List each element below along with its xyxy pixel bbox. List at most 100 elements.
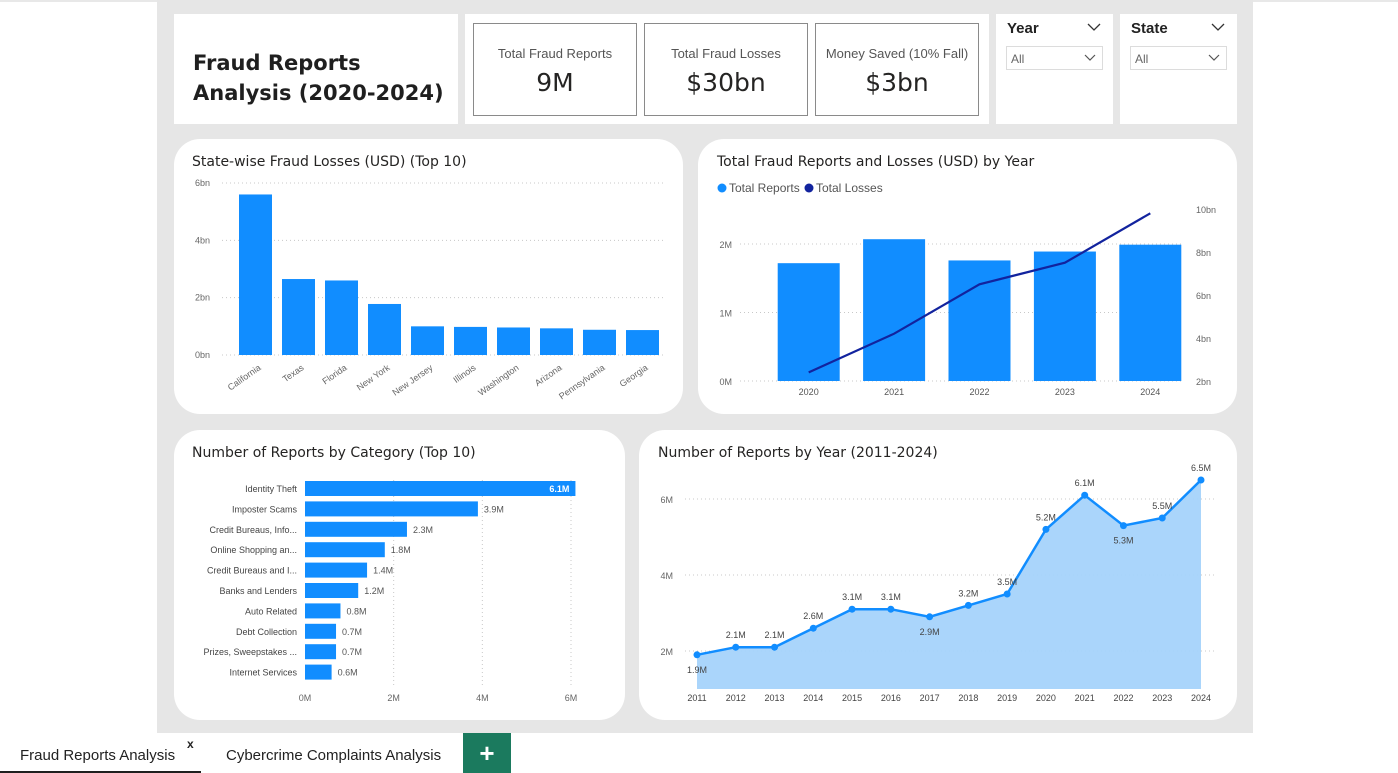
year-slicer: Year All xyxy=(996,14,1113,124)
kpi-label: Total Fraud Losses xyxy=(671,46,781,61)
data-point xyxy=(926,613,934,621)
close-icon[interactable]: x xyxy=(187,737,194,751)
chevron-down-icon[interactable] xyxy=(1087,22,1101,32)
y-right-tick-label: 8bn xyxy=(1196,248,1211,258)
reports-losses-chart-card: Total Fraud Reports and Losses (USD) by … xyxy=(698,139,1237,414)
category-chart-card: Number of Reports by Category (Top 10) 0… xyxy=(174,430,625,720)
category-label: Online Shopping an... xyxy=(210,545,297,555)
data-label: 3.1M xyxy=(881,592,901,602)
category-label: Debt Collection xyxy=(236,627,297,637)
report-title-line1: Fraud Reports xyxy=(193,51,361,75)
data-point xyxy=(1197,476,1205,484)
reports-losses-chart: Total Reports Total Losses 0M 1M 2M 2bn 4bn 6bn… xyxy=(717,181,1216,397)
kpi-total-fraud-reports[interactable]: Total Fraud Reports 9M xyxy=(473,23,637,116)
state-slicer-header: State xyxy=(1131,20,1168,37)
x-tick-label: 2024 xyxy=(1140,387,1160,397)
x-tick-label: 2014 xyxy=(803,693,823,703)
data-label: 0.6M xyxy=(338,668,358,678)
x-tick-label: 0M xyxy=(299,693,312,703)
y-left-tick-label: 2M xyxy=(719,240,732,250)
state-dropdown[interactable]: All xyxy=(1130,46,1227,70)
x-tick-label: New York xyxy=(355,362,392,392)
bar xyxy=(305,521,407,537)
category-label: Prizes, Sweepstakes ... xyxy=(203,647,297,657)
data-label: 5.5M xyxy=(1152,501,1172,511)
report-title-line2: Analysis (2020-2024) xyxy=(193,81,444,105)
data-point xyxy=(1042,525,1050,533)
data-label: 3.5M xyxy=(997,577,1017,587)
y-tick-label: 4bn xyxy=(195,235,210,245)
category-chart: 0M 2M 4M 6M Identity Theft 6.1M Imposter Scams… xyxy=(203,480,577,703)
y-right-tick-label: 2bn xyxy=(1196,377,1211,387)
x-tick-label: 2015 xyxy=(842,693,862,703)
tab-label: Fraud Reports Analysis xyxy=(20,747,176,764)
data-point xyxy=(1081,491,1089,499)
tab-label: Cybercrime Complaints Analysis xyxy=(226,747,442,764)
category-label: Credit Bureaus, Info... xyxy=(209,525,297,535)
kpi-value: 9M xyxy=(536,68,574,97)
data-label: 0.8M xyxy=(346,606,366,616)
year-dropdown-value: All xyxy=(1011,52,1025,66)
kpi-label: Total Fraud Reports xyxy=(497,46,613,61)
report-title: Fraud Reports Analysis (2020-2024) xyxy=(193,48,444,108)
bar xyxy=(305,501,478,517)
legend-label: Total Losses xyxy=(816,181,883,195)
kpi-total-fraud-losses[interactable]: Total Fraud Losses $30bn xyxy=(644,23,808,116)
x-tick-label: New Jersey xyxy=(390,362,435,397)
data-point xyxy=(732,643,740,651)
chevron-down-icon[interactable] xyxy=(1211,22,1225,32)
bar xyxy=(411,326,444,355)
bar xyxy=(540,328,573,355)
kpi-label: Money Saved (10% Fall) xyxy=(825,46,969,61)
data-label: 0.7M xyxy=(342,627,362,637)
y-tick-label: 6M xyxy=(660,495,673,505)
data-point xyxy=(964,601,972,609)
x-tick-label: 2M xyxy=(387,693,400,703)
bar xyxy=(626,330,659,355)
bar xyxy=(497,327,530,355)
y-left-tick-label: 0M xyxy=(719,377,732,387)
data-label: 1.8M xyxy=(391,545,411,555)
category-label: Credit Bureaus and I... xyxy=(207,566,297,576)
tab-fraud-reports-analysis[interactable]: Fraud Reports Analysis x xyxy=(0,733,201,773)
y-tick-label: 0bn xyxy=(195,350,210,360)
data-label: 1.2M xyxy=(364,586,384,596)
tab-cybercrime-complaints-analysis[interactable]: Cybercrime Complaints Analysis xyxy=(201,733,456,773)
y-left-tick-label: 1M xyxy=(719,309,732,319)
x-tick-label: 2021 xyxy=(1075,693,1095,703)
x-tick-label: 2011 xyxy=(687,693,706,703)
x-tick-label: Georgia xyxy=(618,362,650,389)
state-losses-chart-card: State-wise Fraud Losses (USD) (Top 10) 0… xyxy=(174,139,683,414)
data-point xyxy=(1158,514,1166,522)
page-tabs: Fraud Reports Analysis x Cybercrime Comp… xyxy=(0,733,1398,773)
x-tick-label: 2017 xyxy=(920,693,940,703)
state-dropdown-value: All xyxy=(1135,52,1149,66)
data-label: 2.1M xyxy=(726,630,746,640)
year-dropdown[interactable]: All xyxy=(1006,46,1103,70)
kpi-money-saved[interactable]: Money Saved (10% Fall) $3bn xyxy=(815,23,979,116)
x-tick-label: Florida xyxy=(320,362,348,386)
add-page-button[interactable]: + xyxy=(463,733,511,773)
x-tick-label: 2023 xyxy=(1055,387,1075,397)
yearly-reports-chart: 2M 4M 6M 1.9M 2011 2.1M 2012 2.1M 2013 2.6M 2014 3.… xyxy=(660,463,1214,703)
bar xyxy=(305,583,359,598)
x-tick-label: 2016 xyxy=(881,693,901,703)
x-tick-label: 2020 xyxy=(1036,693,1056,703)
x-tick-label: Pennsylvania xyxy=(557,362,607,401)
data-label: 2.9M xyxy=(920,627,940,637)
bar xyxy=(583,329,616,355)
data-point xyxy=(771,643,779,651)
x-tick-label: 2022 xyxy=(1113,693,1133,703)
data-label: 3.2M xyxy=(958,588,978,598)
data-label: 6.1M xyxy=(1075,478,1095,488)
bar xyxy=(305,644,337,660)
y-right-tick-label: 10bn xyxy=(1196,205,1216,215)
y-tick-label: 2bn xyxy=(195,293,210,303)
bar xyxy=(368,303,401,355)
data-label: 3.9M xyxy=(484,504,504,514)
bar xyxy=(305,481,576,496)
x-tick-label: Washington xyxy=(476,362,520,397)
y-right-tick-label: 4bn xyxy=(1196,334,1211,344)
legend-marker xyxy=(804,183,814,193)
x-tick-label: California xyxy=(226,362,263,392)
